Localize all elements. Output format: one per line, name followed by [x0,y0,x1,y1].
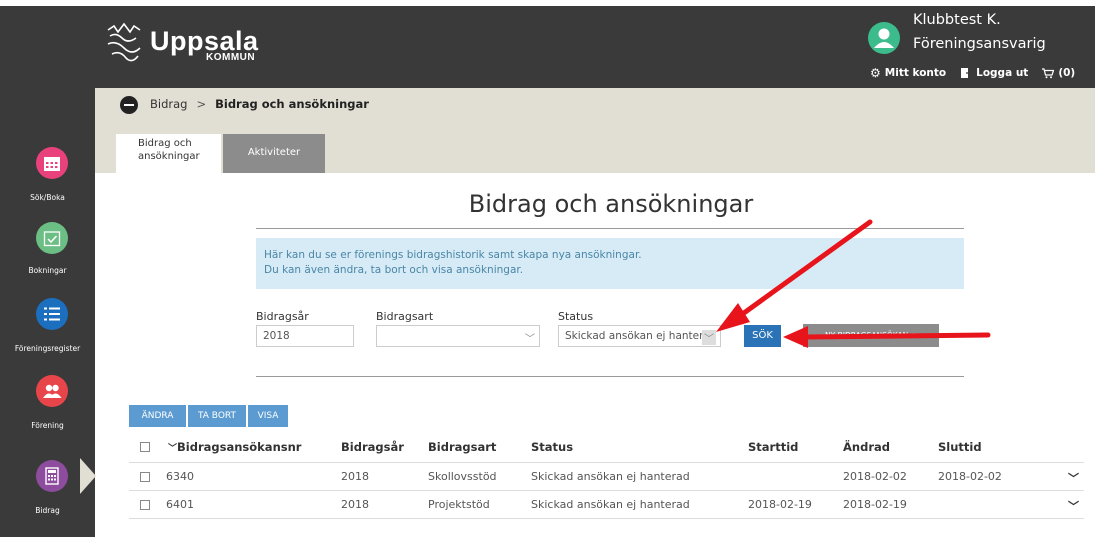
column-header-status[interactable]: Status [531,440,573,454]
app-root: Uppsala KOMMUN Klubbtest K. Föreningsans… [0,0,1095,537]
cell-year: 2018 [341,498,369,511]
cart-link[interactable]: (0) [1042,67,1075,79]
year-input[interactable]: 2018 [256,325,354,347]
chevron-down-icon: ﹀ [525,334,535,345]
page-title: Bidrag och ansökningar [468,190,754,218]
year-input-value: 2018 [263,330,290,342]
divider-top [256,228,964,229]
cell-status: Skickad ansökan ej hanterad [531,470,690,483]
tab-aktiviteter[interactable]: Aktiviteter [223,134,325,173]
type-select[interactable]: ﹀ [376,325,540,347]
user-name: Klubbtest K. [913,12,1001,28]
gear-icon: ⚙ [870,66,881,80]
row-divider [129,490,1084,491]
calendar-icon [44,157,60,171]
calendar-check-icon [43,231,61,247]
sort-chevron-icon: ﹀ [168,444,178,454]
row-expand-chevron-icon[interactable]: ﹀ [1068,498,1079,514]
header-top-line [0,0,1095,6]
tab-active-line1: Bidrag och [138,138,192,149]
nav-circle-bokningar [36,222,68,254]
my-account-label: Mitt konto [884,67,947,79]
header-divider [129,462,1084,463]
cell-nr: 6340 [166,470,194,483]
nav-circle-foreningsregister [36,298,68,330]
nav-label-bokningar: Bokningar [28,266,67,275]
column-header-end[interactable]: Sluttid [938,440,982,454]
info-line-1: Här kan du se er förenings bidragshistor… [264,249,642,261]
edit-button[interactable]: ÄNDRA [129,405,186,427]
chevron-down-icon: ﹀ [702,330,716,345]
delete-button[interactable]: TA BORT [188,405,246,427]
calculator-icon [45,467,59,485]
my-account-link[interactable]: ⚙ Mitt konto [870,66,946,80]
logo-subtext: KOMMUN [206,52,256,63]
account-links: ⚙ Mitt konto Logga ut (0) [870,65,1075,81]
column-header-start[interactable]: Starttid [748,440,798,454]
nav-circle-sok-boka [36,147,68,179]
divider-bottom [256,376,964,377]
cell-year: 2018 [341,470,369,483]
tab-active-line2: ansökningar [138,151,200,162]
nav-circle-bidrag [36,460,68,492]
logout-link[interactable]: Logga ut [960,67,1028,79]
list-icon [44,307,60,321]
logout-label: Logga ut [976,67,1029,79]
column-header-nr[interactable]: ﹀Bidragsansökansnr [168,440,301,454]
nav-label-forening: Förening [31,421,64,430]
row-checkbox[interactable] [140,500,150,510]
new-application-button[interactable]: NY BIDRAGSANSÖKAN + [803,324,939,347]
nav-label-foreningsregister: Föreningsregister [14,344,81,353]
column-header-type[interactable]: Bidragsart [428,440,496,454]
cell-type: Projektstöd [428,498,490,511]
select-all-checkbox[interactable] [140,442,150,452]
cart-icon [1042,67,1055,78]
user-role: Föreningsansvarig [913,36,1046,52]
uppsala-logo[interactable]: Uppsala KOMMUN [102,22,262,66]
cell-end: 2018-02-02 [938,470,1002,483]
tab-bidrag-och-ansokningar[interactable]: Bidrag och ansökningar [116,134,221,173]
status-select[interactable]: Skickad ansökan ej hanterad ﹀ [558,325,721,347]
nav-label-bidrag: Bidrag [35,506,60,515]
info-box: Här kan du se er förenings bidragshistor… [256,238,964,289]
back-arrow-glyph [124,104,134,106]
cell-changed: 2018-02-19 [843,498,907,511]
breadcrumb: Bidrag > Bidrag och ansökningar [150,97,369,111]
row-checkbox[interactable] [140,472,150,482]
breadcrumb-separator: > [196,97,207,111]
top-header: Uppsala KOMMUN Klubbtest K. Föreningsans… [0,0,1095,88]
cell-changed: 2018-02-02 [843,470,907,483]
cart-count: (0) [1058,67,1076,79]
row-expand-chevron-icon[interactable]: ﹀ [1068,470,1079,486]
cell-status: Skickad ansökan ej hanterad [531,498,690,511]
status-label: Status [558,310,594,323]
user-icon [874,28,894,48]
avatar[interactable] [868,22,900,54]
column-header-year[interactable]: Bidragsår [341,440,404,454]
view-button[interactable]: VISA [248,405,288,427]
info-line-2: Du kan även ändra, ta bort och visa ansö… [264,264,524,276]
nav-circle-forening [36,375,68,407]
crest-icon [107,22,141,62]
type-label: Bidragsart [376,310,434,323]
cell-nr: 6401 [166,498,194,511]
cell-start: 2018-02-19 [748,498,812,511]
nav-label-sok-boka: Sök/Boka [30,193,65,202]
year-label: Bidragsår [256,310,309,323]
search-button[interactable]: SÖK [744,325,781,347]
column-header-changed[interactable]: Ändrad [843,440,890,454]
breadcrumb-parent[interactable]: Bidrag [150,97,187,111]
row-divider [129,518,1084,519]
cell-type: Skollovsstöd [428,470,497,483]
back-arrow-icon[interactable] [120,96,138,114]
breadcrumb-current: Bidrag och ansökningar [215,97,369,111]
users-icon [43,384,62,398]
logout-icon [961,68,972,78]
column-header-nr-label: Bidragsansökansnr [177,440,302,454]
status-select-value: Skickad ansökan ej hanterad [565,330,717,342]
active-nav-indicator [80,458,96,494]
